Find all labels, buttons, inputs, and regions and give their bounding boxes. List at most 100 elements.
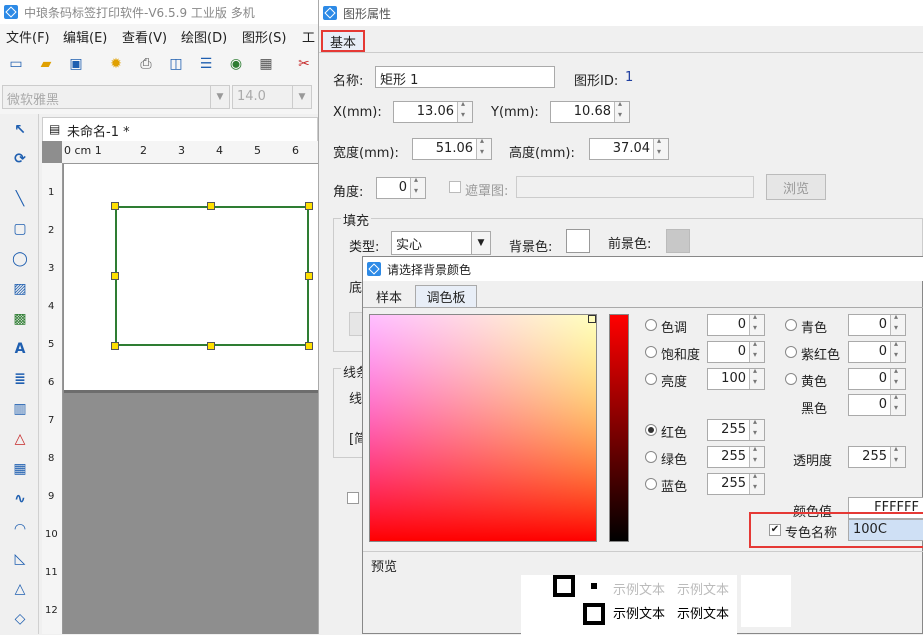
polygon-tool-icon[interactable]: ◺ — [9, 548, 31, 570]
triangle-shape-icon[interactable]: △ — [9, 578, 31, 600]
transparency-spinner[interactable] — [890, 447, 905, 467]
option-checkbox-partial[interactable] — [347, 492, 359, 504]
blue-radio[interactable] — [645, 478, 657, 490]
brightness-spinner[interactable] — [749, 369, 764, 389]
blue-spinner[interactable] — [749, 474, 764, 494]
red-spinner[interactable] — [749, 420, 764, 440]
yellow-input[interactable]: 0 — [848, 368, 906, 390]
new-window-icon[interactable]: ▭ — [6, 54, 26, 74]
width-input[interactable]: 51.06 — [412, 138, 492, 160]
magenta-input[interactable]: 0 — [848, 341, 906, 363]
arc-tool-icon[interactable]: ◠ — [9, 518, 31, 540]
green-spinner[interactable] — [749, 447, 764, 467]
red-radio[interactable] — [645, 424, 657, 436]
grid-icon[interactable]: ▦ — [256, 54, 276, 74]
background-color-swatch[interactable] — [566, 229, 590, 253]
height-input[interactable]: 37.04 — [589, 138, 669, 160]
yellow-radio[interactable] — [785, 373, 797, 385]
picture-tool-icon[interactable]: ▩ — [9, 308, 31, 330]
blue-input[interactable]: 255 — [707, 473, 765, 495]
database-icon[interactable]: ☰ — [196, 54, 216, 74]
font-size-select[interactable]: 14.0 ▼ — [232, 85, 312, 109]
image-tool-icon[interactable]: ▨ — [9, 278, 31, 300]
width-spinner[interactable] — [476, 139, 491, 159]
gear-icon[interactable]: ✹ — [106, 54, 126, 74]
resize-handle-top-right[interactable] — [305, 202, 313, 210]
save-icon[interactable]: ▣ — [66, 54, 86, 74]
triangle-tool-icon[interactable]: △ — [9, 428, 31, 450]
tab-sample[interactable]: 样本 — [367, 285, 411, 307]
diamond-tool-icon[interactable]: ◇ — [9, 608, 31, 630]
height-spinner[interactable] — [653, 139, 668, 159]
spot-color-checkbox[interactable]: ✔ — [769, 524, 781, 536]
select-pointer-icon[interactable]: ↖ — [9, 119, 31, 141]
hue-radio[interactable] — [645, 319, 657, 331]
document-tab[interactable]: ▤ 未命名-1 * — [42, 117, 318, 141]
hue-input[interactable]: 0 — [707, 314, 765, 336]
barcode-tool-icon[interactable]: ▥ — [9, 398, 31, 420]
y-spinner[interactable] — [614, 102, 629, 122]
database-settings-icon[interactable]: ◉ — [226, 54, 246, 74]
menu-view[interactable]: 查看(V) — [122, 27, 167, 46]
tab-palette[interactable]: 调色板 — [415, 285, 477, 307]
mask-path-input[interactable] — [516, 176, 754, 198]
green-radio[interactable] — [645, 451, 657, 463]
tab-basic[interactable]: 基本 — [321, 30, 365, 52]
y-input[interactable]: 10.68 — [550, 101, 630, 123]
hue-spinner[interactable] — [749, 315, 764, 335]
resize-handle-left[interactable] — [111, 272, 119, 280]
name-input[interactable]: 矩形 1 — [375, 66, 555, 88]
qrcode-tool-icon[interactable]: ▦ — [9, 458, 31, 480]
saturation-brightness-picker[interactable] — [369, 314, 597, 542]
scissors-icon[interactable]: ✂ — [294, 54, 314, 74]
resize-handle-bottom-left[interactable] — [111, 342, 119, 350]
angle-input[interactable]: 0 — [376, 177, 426, 199]
cyan-radio[interactable] — [785, 319, 797, 331]
resize-handle-top-left[interactable] — [111, 202, 119, 210]
menu-tools[interactable]: 工 — [302, 27, 315, 46]
saturation-spinner[interactable] — [749, 342, 764, 362]
fill-type-select[interactable]: 实心 ▼ — [391, 231, 491, 255]
menu-edit[interactable]: 编辑(E) — [63, 27, 107, 46]
text-tool-icon[interactable]: A — [9, 338, 31, 360]
saturation-input[interactable]: 0 — [707, 341, 765, 363]
red-input[interactable]: 255 — [707, 419, 765, 441]
cyan-input[interactable]: 0 — [848, 314, 906, 336]
menu-draw[interactable]: 绘图(D) — [181, 27, 227, 46]
cyan-spinner[interactable] — [890, 315, 905, 335]
rectangle-tool-icon[interactable]: ▢ — [9, 218, 31, 240]
resize-handle-bottom[interactable] — [207, 342, 215, 350]
open-folder-icon[interactable]: ▰ — [36, 54, 56, 74]
rotate-icon[interactable]: ⟳ — [9, 148, 31, 170]
hue-slider[interactable] — [609, 314, 629, 542]
resize-handle-right[interactable] — [305, 272, 313, 280]
transparency-input[interactable]: 255 — [848, 446, 906, 468]
curve-tool-icon[interactable]: ∿ — [9, 488, 31, 510]
black-input[interactable]: 0 — [848, 394, 906, 416]
green-input[interactable]: 255 — [707, 446, 765, 468]
x-input[interactable]: 13.06 — [393, 101, 473, 123]
resize-handle-bottom-right[interactable] — [305, 342, 313, 350]
browse-button[interactable]: 浏览 — [766, 174, 826, 200]
yellow-spinner[interactable] — [890, 369, 905, 389]
line-tool-icon[interactable]: ╲ — [9, 188, 31, 210]
spot-color-input[interactable]: 100C — [848, 519, 923, 541]
x-spinner[interactable] — [457, 102, 472, 122]
menu-shape[interactable]: 图形(S) — [242, 27, 286, 46]
brightness-radio[interactable] — [645, 373, 657, 385]
resize-handle-top[interactable] — [207, 202, 215, 210]
font-name-select[interactable]: 微软雅黑 ▼ — [2, 85, 230, 109]
rectangle-shape[interactable] — [115, 206, 309, 346]
saturation-radio[interactable] — [645, 346, 657, 358]
angle-spinner[interactable] — [410, 178, 425, 198]
picker-cursor[interactable] — [588, 315, 596, 323]
print-icon[interactable]: ⎙ — [136, 54, 156, 74]
rich-text-tool-icon[interactable]: ≣ — [9, 368, 31, 390]
ellipse-tool-icon[interactable]: ◯ — [9, 248, 31, 270]
black-spinner[interactable] — [890, 395, 905, 415]
foreground-color-swatch[interactable] — [666, 229, 690, 253]
magenta-spinner[interactable] — [890, 342, 905, 362]
mask-checkbox[interactable] — [449, 181, 461, 193]
magenta-radio[interactable] — [785, 346, 797, 358]
print-preview-icon[interactable]: ◫ — [166, 54, 186, 74]
